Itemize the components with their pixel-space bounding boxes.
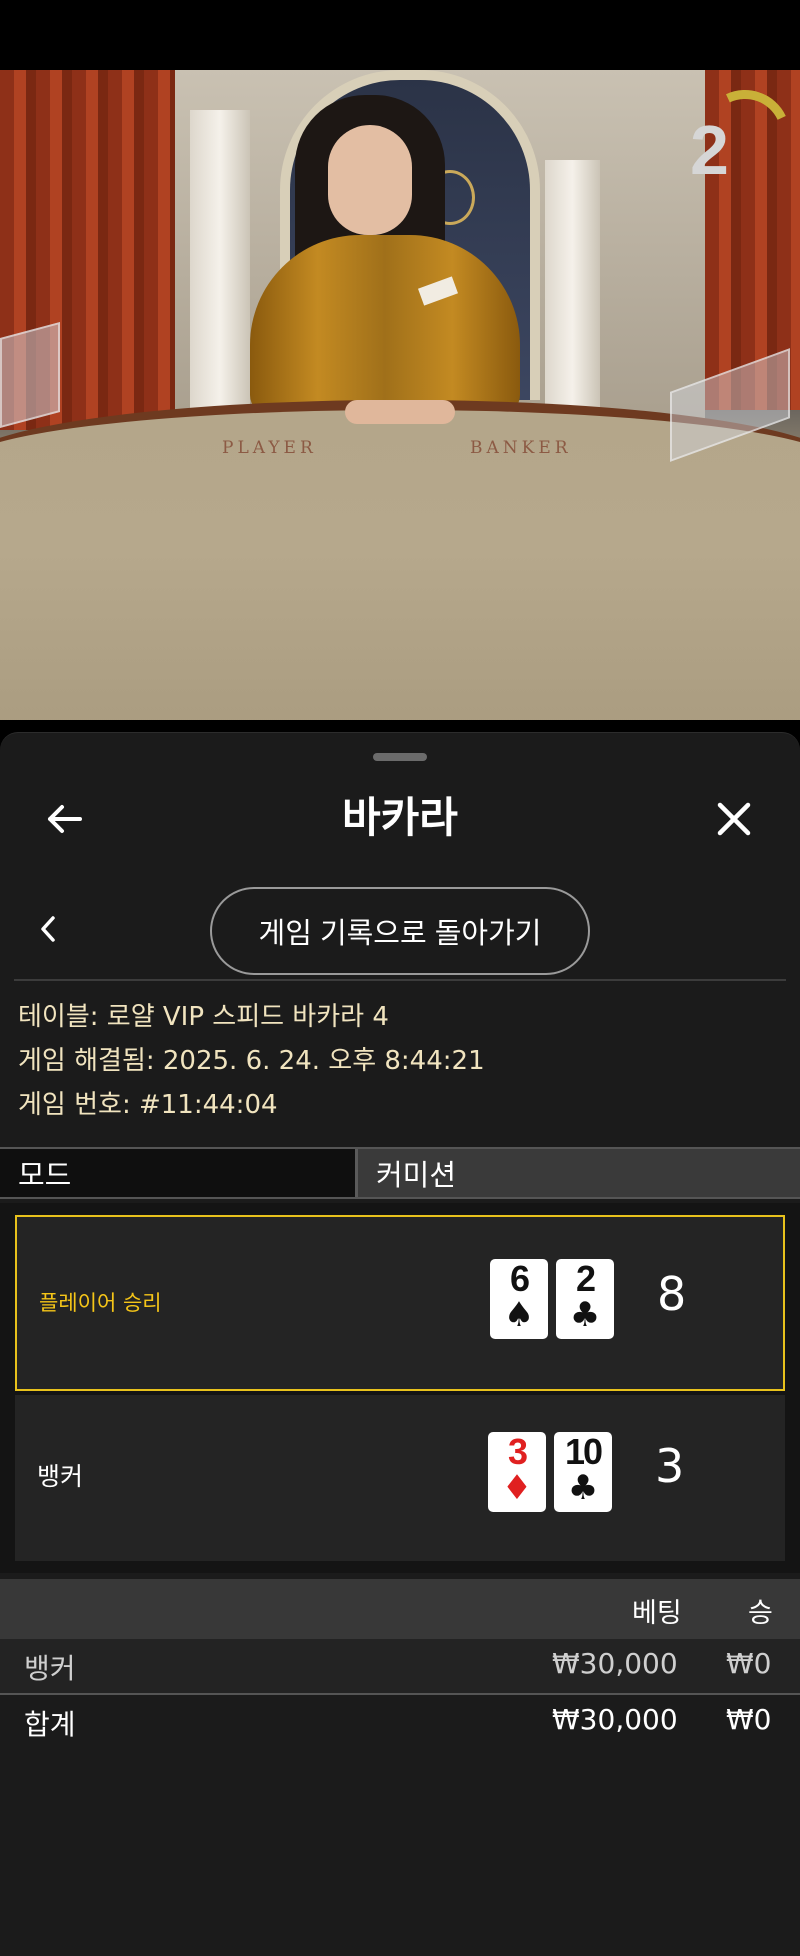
playing-card: 6 ♠ bbox=[490, 1259, 548, 1339]
resolved-time: 게임 해결됨: 2025. 6. 24. 오후 8:44:21 bbox=[18, 1046, 485, 1076]
banker-cards: 3 ♦ 10 ♣ bbox=[488, 1432, 612, 1512]
live-video-feed: PLAYER BANKER 2 bbox=[0, 70, 800, 720]
game-info: 테이블: 로얄 VIP 스피드 바카라 4 게임 해결됨: 2025. 6. 2… bbox=[18, 995, 485, 1127]
bets-header: 베팅 승 bbox=[0, 1579, 800, 1639]
card-rank: 2 bbox=[575, 1258, 596, 1299]
results-panel: 플레이어 승리 6 ♠ 2 ♣ 8 뱅커 3 ♦ 10 ♣ 3 bbox=[0, 1203, 800, 1573]
win-column-header: 승 bbox=[748, 1598, 773, 1629]
page-title: 바카라 bbox=[342, 793, 458, 842]
bet-column-header: 베팅 bbox=[632, 1598, 682, 1629]
player-result-label: 플레이어 승리 bbox=[39, 1291, 162, 1315]
player-result-row: 플레이어 승리 6 ♠ 2 ♣ 8 bbox=[15, 1215, 785, 1391]
chevron-left-icon bbox=[41, 916, 55, 942]
history-nav: 게임 기록으로 돌아가기 bbox=[0, 879, 800, 979]
bet-name: 뱅커 bbox=[24, 1652, 76, 1685]
card-rank: 3 bbox=[507, 1431, 528, 1472]
table-row: 뱅커 ₩30,000 ₩0 bbox=[0, 1639, 800, 1695]
table-label-player: PLAYER bbox=[222, 438, 317, 458]
table-label-banker: BANKER bbox=[470, 438, 572, 458]
mode-tabs: 모드 커미션 bbox=[0, 1147, 800, 1199]
card-shoe-left bbox=[0, 321, 60, 429]
tab-commission[interactable]: 커미션 bbox=[358, 1149, 800, 1197]
card-rank: 6 bbox=[509, 1258, 530, 1299]
total-label: 합계 bbox=[24, 1708, 76, 1741]
countdown-timer: 2 bbox=[690, 111, 729, 189]
banker-result-row: 뱅커 3 ♦ 10 ♣ 3 bbox=[15, 1395, 785, 1561]
dealer-face bbox=[328, 125, 412, 235]
back-to-history-button[interactable]: 게임 기록으로 돌아가기 bbox=[210, 887, 590, 975]
club-icon: ♣ bbox=[567, 1468, 599, 1508]
sheet-header: 바카라 bbox=[0, 773, 800, 861]
total-bet: ₩30,000 bbox=[552, 1703, 678, 1736]
close-button[interactable] bbox=[710, 795, 758, 843]
diamond-icon: ♦ bbox=[501, 1468, 533, 1508]
divider bbox=[14, 979, 786, 981]
total-row: 합계 ₩30,000 ₩0 bbox=[0, 1695, 800, 1749]
banker-score: 3 bbox=[655, 1439, 685, 1493]
bets-table: 베팅 승 뱅커 ₩30,000 ₩0 합계 ₩30,000 ₩0 bbox=[0, 1579, 800, 1749]
dealer-hands bbox=[345, 400, 455, 424]
club-icon: ♣ bbox=[569, 1295, 601, 1335]
total-win: ₩0 bbox=[726, 1703, 772, 1736]
dealer-body bbox=[250, 235, 520, 415]
banker-result-label: 뱅커 bbox=[37, 1462, 84, 1491]
playing-card: 3 ♦ bbox=[488, 1432, 546, 1512]
table-name: 테이블: 로얄 VIP 스피드 바카라 4 bbox=[18, 1002, 389, 1032]
previous-button[interactable] bbox=[28, 905, 68, 953]
spade-icon: ♠ bbox=[503, 1295, 535, 1335]
pillar-right bbox=[545, 160, 600, 420]
player-cards: 6 ♠ 2 ♣ bbox=[490, 1259, 614, 1339]
bet-amount: ₩30,000 bbox=[552, 1647, 678, 1680]
player-score: 8 bbox=[657, 1267, 687, 1321]
playing-card: 2 ♣ bbox=[556, 1259, 614, 1339]
game-details-sheet: 바카라 게임 기록으로 돌아가기 테이블: 로얄 VIP 스피드 바카라 4 게… bbox=[0, 732, 800, 1956]
sheet-grabber[interactable] bbox=[373, 753, 427, 761]
card-rank: 10 bbox=[564, 1431, 603, 1472]
close-icon bbox=[717, 802, 751, 836]
game-number: 게임 번호: #11:44:04 bbox=[18, 1090, 278, 1120]
win-amount: ₩0 bbox=[726, 1647, 772, 1680]
pillar-left bbox=[190, 110, 250, 410]
playing-card: 10 ♣ bbox=[554, 1432, 612, 1512]
tab-mode[interactable]: 모드 bbox=[0, 1149, 358, 1197]
